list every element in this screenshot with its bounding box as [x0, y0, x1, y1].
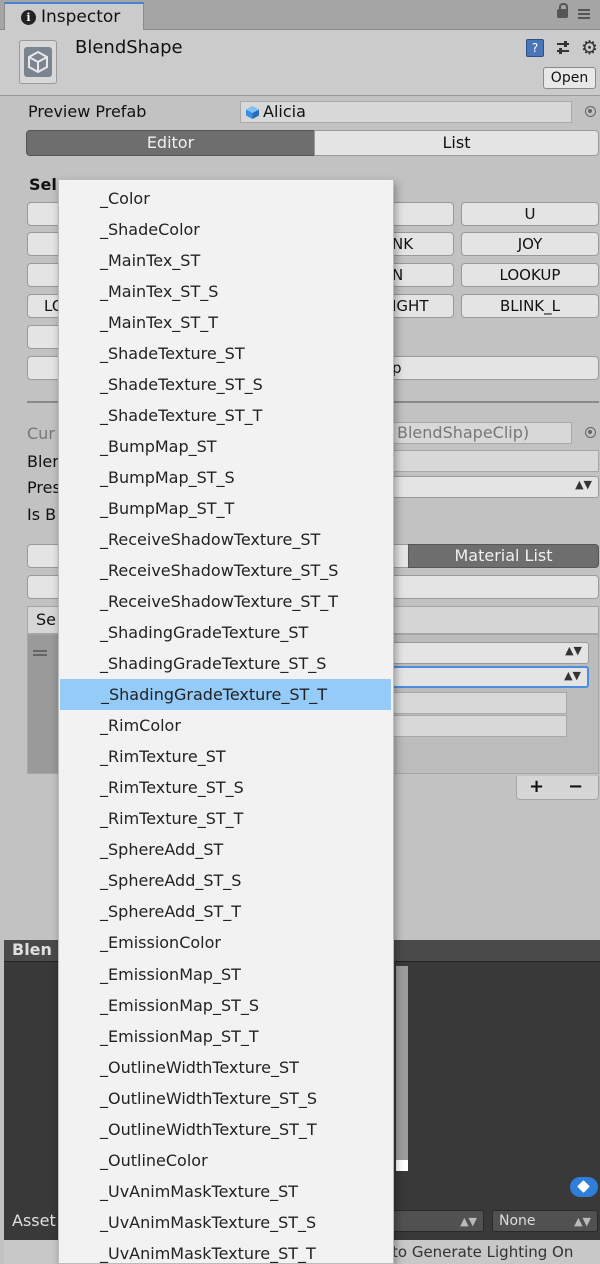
dropdown-item-selected[interactable]: _ShadingGradeTexture_ST_T [60, 679, 391, 711]
dropdown-item[interactable]: _ShadeColor [59, 214, 393, 245]
dropdown-item[interactable]: _MainTex_ST_T [59, 307, 393, 338]
preview-prefab-value: Alicia [263, 102, 306, 121]
dropdown-item[interactable]: _UvAnimMaskTexture_ST_S [59, 1207, 393, 1238]
value-field[interactable] [392, 692, 567, 714]
dropdown-item[interactable]: _OutlineWidthTexture_ST_T [59, 1114, 393, 1145]
dropdown-item[interactable]: _UvAnimMaskTexture_ST_T [59, 1238, 393, 1263]
updown-arrow-icon: ▲▼ [565, 644, 582, 657]
select-clip-label: Sel [29, 175, 57, 194]
updown-arrow-icon: ▲▼ [574, 1215, 591, 1228]
dropdown-item[interactable]: _UvAnimMaskTexture_ST [59, 1176, 393, 1207]
dropdown-item[interactable]: _RimTexture_ST [59, 741, 393, 772]
dropdown-item[interactable]: _SphereAdd_ST_S [59, 865, 393, 896]
dropdown-item[interactable]: _RimTexture_ST_S [59, 772, 393, 803]
blendshape-name-field[interactable] [392, 450, 599, 472]
dropdown-item[interactable]: _ReceiveShadowTexture_ST_T [59, 586, 393, 617]
asset-bundle-label: Asset [12, 1211, 56, 1230]
property-dropdown-menu[interactable]: _Color _ShadeColor _MainTex_ST _MainTex_ST_… [58, 179, 394, 1264]
property-popup[interactable]: ▲▼ [392, 666, 589, 688]
help-icon[interactable]: ? [526, 39, 544, 57]
preview-highlight [396, 1160, 408, 1171]
add-element-button[interactable]: + [529, 776, 544, 797]
dropdown-item[interactable]: _RimColor [59, 710, 393, 741]
clip-button-blink-l[interactable]: BLINK_L [461, 294, 599, 318]
dropdown-item[interactable]: _BumpMap_ST_S [59, 462, 393, 493]
dropdown-item[interactable]: _RimTexture_ST_T [59, 803, 393, 834]
dropdown-item[interactable]: _BumpMap_ST_T [59, 493, 393, 524]
asset-label-icon[interactable] [570, 1177, 598, 1197]
current-clip-label: Cur [27, 424, 55, 443]
drag-handle-icon[interactable] [33, 650, 47, 656]
material-popup[interactable]: ▲▼ [392, 642, 589, 664]
value-field[interactable] [392, 715, 567, 737]
updown-arrow-icon: ▲▼ [460, 1215, 477, 1228]
object-picker-icon[interactable] [585, 106, 596, 117]
dropdown-item[interactable]: _Color [59, 183, 393, 214]
preset-icon[interactable] [555, 40, 571, 56]
object-picker-icon[interactable] [585, 427, 596, 438]
dropdown-item[interactable]: _MainTex_ST_S [59, 276, 393, 307]
dropdown-item[interactable]: _SphereAdd_ST [59, 834, 393, 865]
current-clip-value: BlendShapeClip) [397, 423, 530, 442]
clip-button-blink[interactable]: NK [390, 232, 454, 256]
dropdown-item[interactable]: _MainTex_ST [59, 245, 393, 276]
tab-editor[interactable]: Editor [26, 130, 315, 156]
info-icon: i [21, 10, 36, 25]
dropdown-item[interactable]: _ReceiveShadowTexture_ST [59, 524, 393, 555]
list-footer: + − [516, 776, 599, 800]
dropdown-item[interactable]: _ShadingGradeTexture_ST_S [59, 648, 393, 679]
scriptable-object-icon [19, 40, 57, 84]
preset-popup[interactable]: ▲▼ [392, 476, 599, 498]
dropdown-item[interactable]: _EmissionColor [59, 927, 393, 958]
dropdown-item[interactable]: _OutlineColor [59, 1145, 393, 1176]
preset-label: Pres [27, 478, 61, 497]
dropdown-item[interactable]: _EmissionMap_ST [59, 959, 393, 990]
preview-viewport[interactable] [396, 966, 408, 1171]
preview-prefab-label: Preview Prefab [28, 102, 147, 121]
unity-logo-icon [24, 47, 52, 77]
dropdown-item[interactable]: _ReceiveShadowTexture_ST_S [59, 555, 393, 586]
dropdown-item[interactable]: _ShadeTexture_ST_T [59, 400, 393, 431]
clip-button-lookup[interactable]: LOOKUP [461, 263, 599, 287]
dropdown-item[interactable]: _EmissionMap_ST_S [59, 990, 393, 1021]
preview-prefab-field[interactable]: Alicia [240, 101, 572, 123]
clip-button-lookdown[interactable]: N [390, 263, 454, 287]
dropdown-item[interactable]: _EmissionMap_ST_T [59, 1021, 393, 1052]
preview-panel-title: Blen [12, 940, 52, 959]
more-options-icon[interactable] [576, 7, 592, 21]
updown-arrow-icon: ▲▼ [564, 669, 581, 682]
clip-button-joy[interactable]: JOY [461, 232, 599, 256]
inspector-tab[interactable]: i Inspector [4, 2, 144, 30]
add-clip-button[interactable]: p [390, 356, 599, 380]
clip-button-u[interactable]: U [461, 202, 599, 226]
open-button[interactable]: Open [543, 67, 596, 89]
material-list-header-label: Se [36, 610, 56, 629]
dropdown-item[interactable]: _ShadeTexture_ST [59, 338, 393, 369]
dropdown-item[interactable]: _SphereAdd_ST_T [59, 896, 393, 927]
remove-element-button[interactable]: − [568, 776, 583, 797]
updown-arrow-icon: ▲▼ [575, 478, 592, 491]
clip-button-lookright[interactable]: IGHT [390, 294, 454, 318]
asset-bundle-popup[interactable]: ▲▼ [392, 1210, 484, 1232]
object-name: BlendShape [75, 37, 183, 58]
asset-variant-popup[interactable]: None ▲▼ [492, 1210, 598, 1232]
dropdown-item[interactable]: _OutlineWidthTexture_ST [59, 1052, 393, 1083]
dropdown-item[interactable]: _BumpMap_ST [59, 431, 393, 462]
asset-variant-value: None [499, 1213, 536, 1229]
lock-icon[interactable] [557, 3, 568, 18]
dropdown-item[interactable]: _OutlineWidthTexture_ST_S [59, 1083, 393, 1114]
is-binary-label: Is B [27, 505, 57, 524]
inspector-tab-label: Inspector [41, 7, 121, 27]
dropdown-item[interactable]: _ShadingGradeTexture_ST [59, 617, 393, 648]
tab-list[interactable]: List [314, 130, 599, 156]
dropdown-item[interactable]: _ShadeTexture_ST_S [59, 369, 393, 400]
prefab-cube-icon [246, 106, 259, 119]
current-clip-field[interactable]: BlendShapeClip) [392, 422, 572, 444]
status-text: to Generate Lighting On [392, 1243, 574, 1261]
tab-material-list[interactable]: Material List [408, 544, 599, 568]
gear-icon[interactable]: ⚙ [581, 37, 598, 59]
clip-button[interactable] [390, 202, 454, 226]
